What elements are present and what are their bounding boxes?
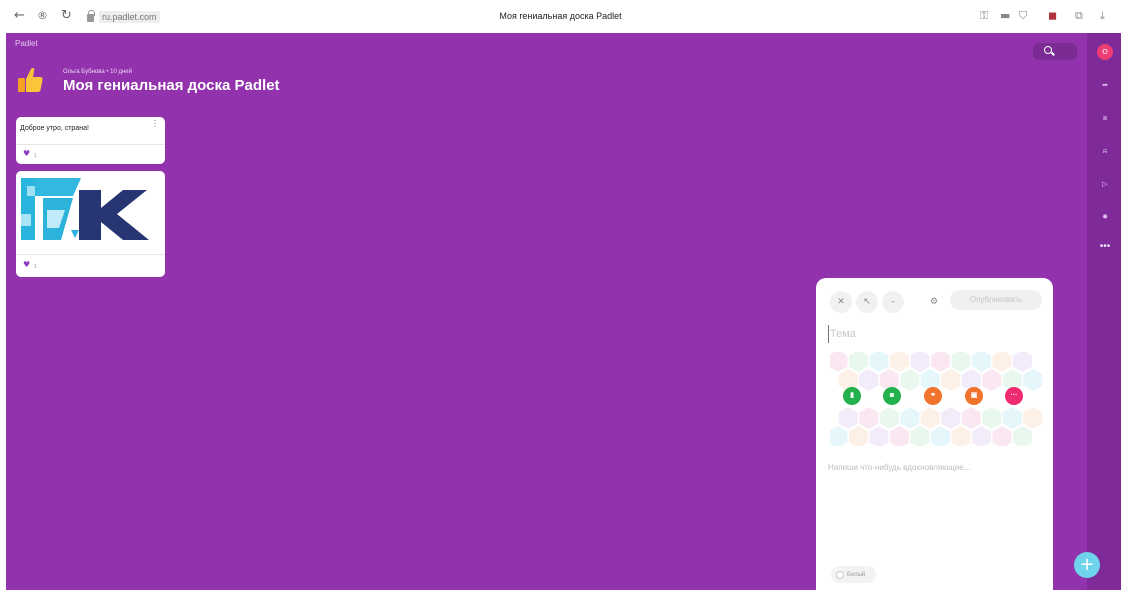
link-icon[interactable]: ⚭ <box>924 387 942 405</box>
settings-icon[interactable]: ⚙ <box>923 291 945 313</box>
hex-tile <box>961 407 981 429</box>
board-title[interactable]: Моя гениальная доска Padlet <box>63 77 280 94</box>
avatar[interactable]: О <box>1097 44 1113 60</box>
more-options-icon[interactable]: ••• <box>1095 241 1115 252</box>
padlet-board: Padlet Ольга Бубнова • 10 дней Моя гениа… <box>6 33 1087 590</box>
author-meta: Ольга Бубнова • 10 дней <box>63 69 132 75</box>
color-picker[interactable]: Белый <box>831 566 876 583</box>
hex-tile <box>859 369 879 391</box>
hex-tile <box>830 352 848 372</box>
tab-title: Моя гениальная доска Padlet <box>499 11 622 21</box>
subject-input[interactable] <box>828 325 1028 343</box>
bookmark-icon[interactable]: ⛉ <box>1019 9 1027 23</box>
heart-icon[interactable]: ♥ <box>23 149 30 158</box>
add-post-button[interactable]: + <box>1074 552 1100 578</box>
hex-tile <box>992 352 1012 372</box>
extension-icon[interactable]: ◼ <box>1048 9 1057 22</box>
hex-tile <box>890 352 909 372</box>
hex-tile <box>992 426 1012 446</box>
hex-tile <box>920 407 940 429</box>
key-icon[interactable]: ⚿ <box>980 9 988 23</box>
image-search-icon[interactable]: ▣ <box>965 387 983 405</box>
hex-tile <box>941 407 961 429</box>
hex-tile <box>972 352 991 372</box>
slideshow-icon[interactable]: ▷ <box>1097 176 1113 192</box>
like-count: 1 <box>34 264 37 270</box>
heart-icon[interactable]: ♥ <box>23 260 30 269</box>
color-swatch <box>836 570 844 579</box>
hex-tile <box>941 369 961 391</box>
card-divider <box>16 144 165 145</box>
hex-tile <box>869 426 889 446</box>
hex-tile <box>931 352 950 372</box>
upload-icon[interactable]: ▮ <box>843 387 861 405</box>
more-icon[interactable]: ··· <box>1005 387 1023 405</box>
hex-tile <box>869 352 889 372</box>
hex-tile <box>900 407 920 429</box>
hex-tile <box>849 426 868 446</box>
close-icon[interactable]: ✕ <box>830 291 852 313</box>
hex-tile <box>910 426 930 446</box>
hex-tile <box>890 426 909 446</box>
share-icon[interactable]: ➦ <box>1097 77 1113 93</box>
hex-tile <box>1013 426 1032 446</box>
thumbs-up-icon <box>18 68 43 92</box>
publish-button[interactable]: Опубликовать <box>950 290 1042 310</box>
hex-tile <box>859 407 879 429</box>
hex-tile <box>982 369 1002 391</box>
like-count: 1 <box>34 153 37 159</box>
reader-icon[interactable]: ▬ <box>1000 9 1010 22</box>
hex-tile <box>951 426 971 446</box>
hex-tile <box>900 369 920 391</box>
hex-tile <box>1013 352 1032 372</box>
bell-icon[interactable]: ⍾ <box>1097 143 1113 159</box>
search-icon <box>1044 46 1052 54</box>
minimize-icon[interactable]: – <box>882 291 904 313</box>
collections-icon[interactable]: ⧉ <box>1075 9 1083 23</box>
hex-tile <box>1023 407 1043 429</box>
compose-panel: ✕ ↖ – ⚙ Опубликовать ▮ ◙ ⚭ ▣ ··· Белый <box>816 278 1053 590</box>
post-menu-icon[interactable]: ⋮ <box>151 120 159 128</box>
expand-icon[interactable]: ↖ <box>856 291 878 313</box>
post-text: Доброе утро, страна! <box>20 125 89 132</box>
download-icon[interactable]: ⤓ <box>1100 9 1105 23</box>
right-sidebar: О ➦ ⧈ ⍾ ▷ ✹ ••• <box>1087 33 1121 590</box>
hex-tile <box>838 407 858 429</box>
ktk-logo-image[interactable] <box>21 174 159 247</box>
padlet-logo[interactable]: Padlet <box>15 39 38 48</box>
hex-tile <box>982 407 1002 429</box>
camera-icon[interactable]: ◙ <box>883 387 901 405</box>
body-input[interactable] <box>828 459 1043 475</box>
hex-tile <box>1002 407 1022 429</box>
search-button[interactable] <box>1033 43 1077 60</box>
hex-tile <box>830 426 848 446</box>
gear-icon[interactable]: ✹ <box>1097 209 1113 225</box>
hex-tile <box>910 352 930 372</box>
hex-tile <box>931 426 950 446</box>
hex-tile <box>951 352 971 372</box>
browser-toolbar: ← ® ↻ ru.padlet.com Моя гениальная доска… <box>0 0 1121 33</box>
hex-tile <box>849 352 868 372</box>
card-divider <box>16 254 165 255</box>
remake-icon[interactable]: ⧈ <box>1097 110 1113 126</box>
post-card[interactable]: Доброе утро, страна! ⋮ ♥ 1 <box>16 117 165 164</box>
color-label: Белый <box>847 571 866 578</box>
post-card[interactable]: ⋮ ♥ 1 <box>16 171 165 277</box>
hex-tile <box>879 407 899 429</box>
hex-tile <box>972 426 991 446</box>
hex-tile <box>1023 369 1043 391</box>
